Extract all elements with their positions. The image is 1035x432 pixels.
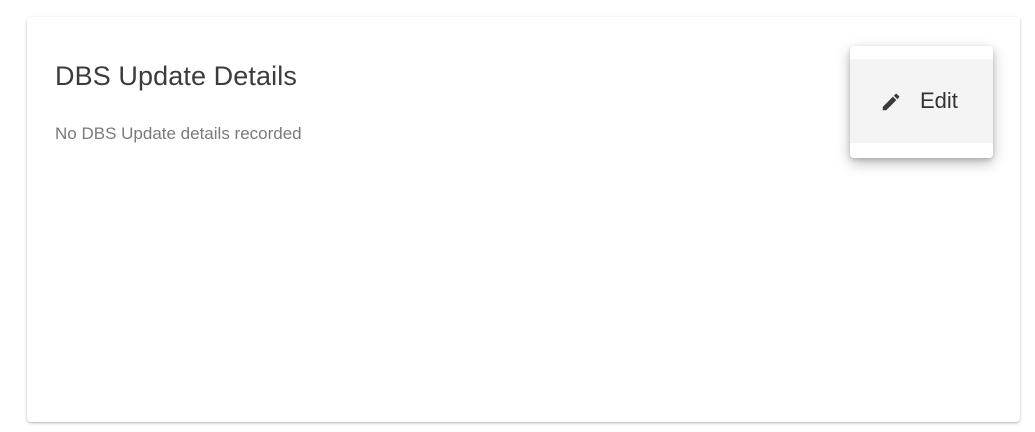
pencil-icon (880, 91, 902, 113)
actions-menu: Edit (850, 46, 993, 158)
empty-state-message: No DBS Update details recorded (55, 124, 302, 143)
edit-label: Edit (920, 88, 958, 113)
card-title: DBS Update Details (55, 61, 297, 91)
dbs-update-details-card: DBS Update Details No DBS Update details… (27, 17, 1020, 422)
edit-menu-item[interactable]: Edit (850, 59, 993, 143)
